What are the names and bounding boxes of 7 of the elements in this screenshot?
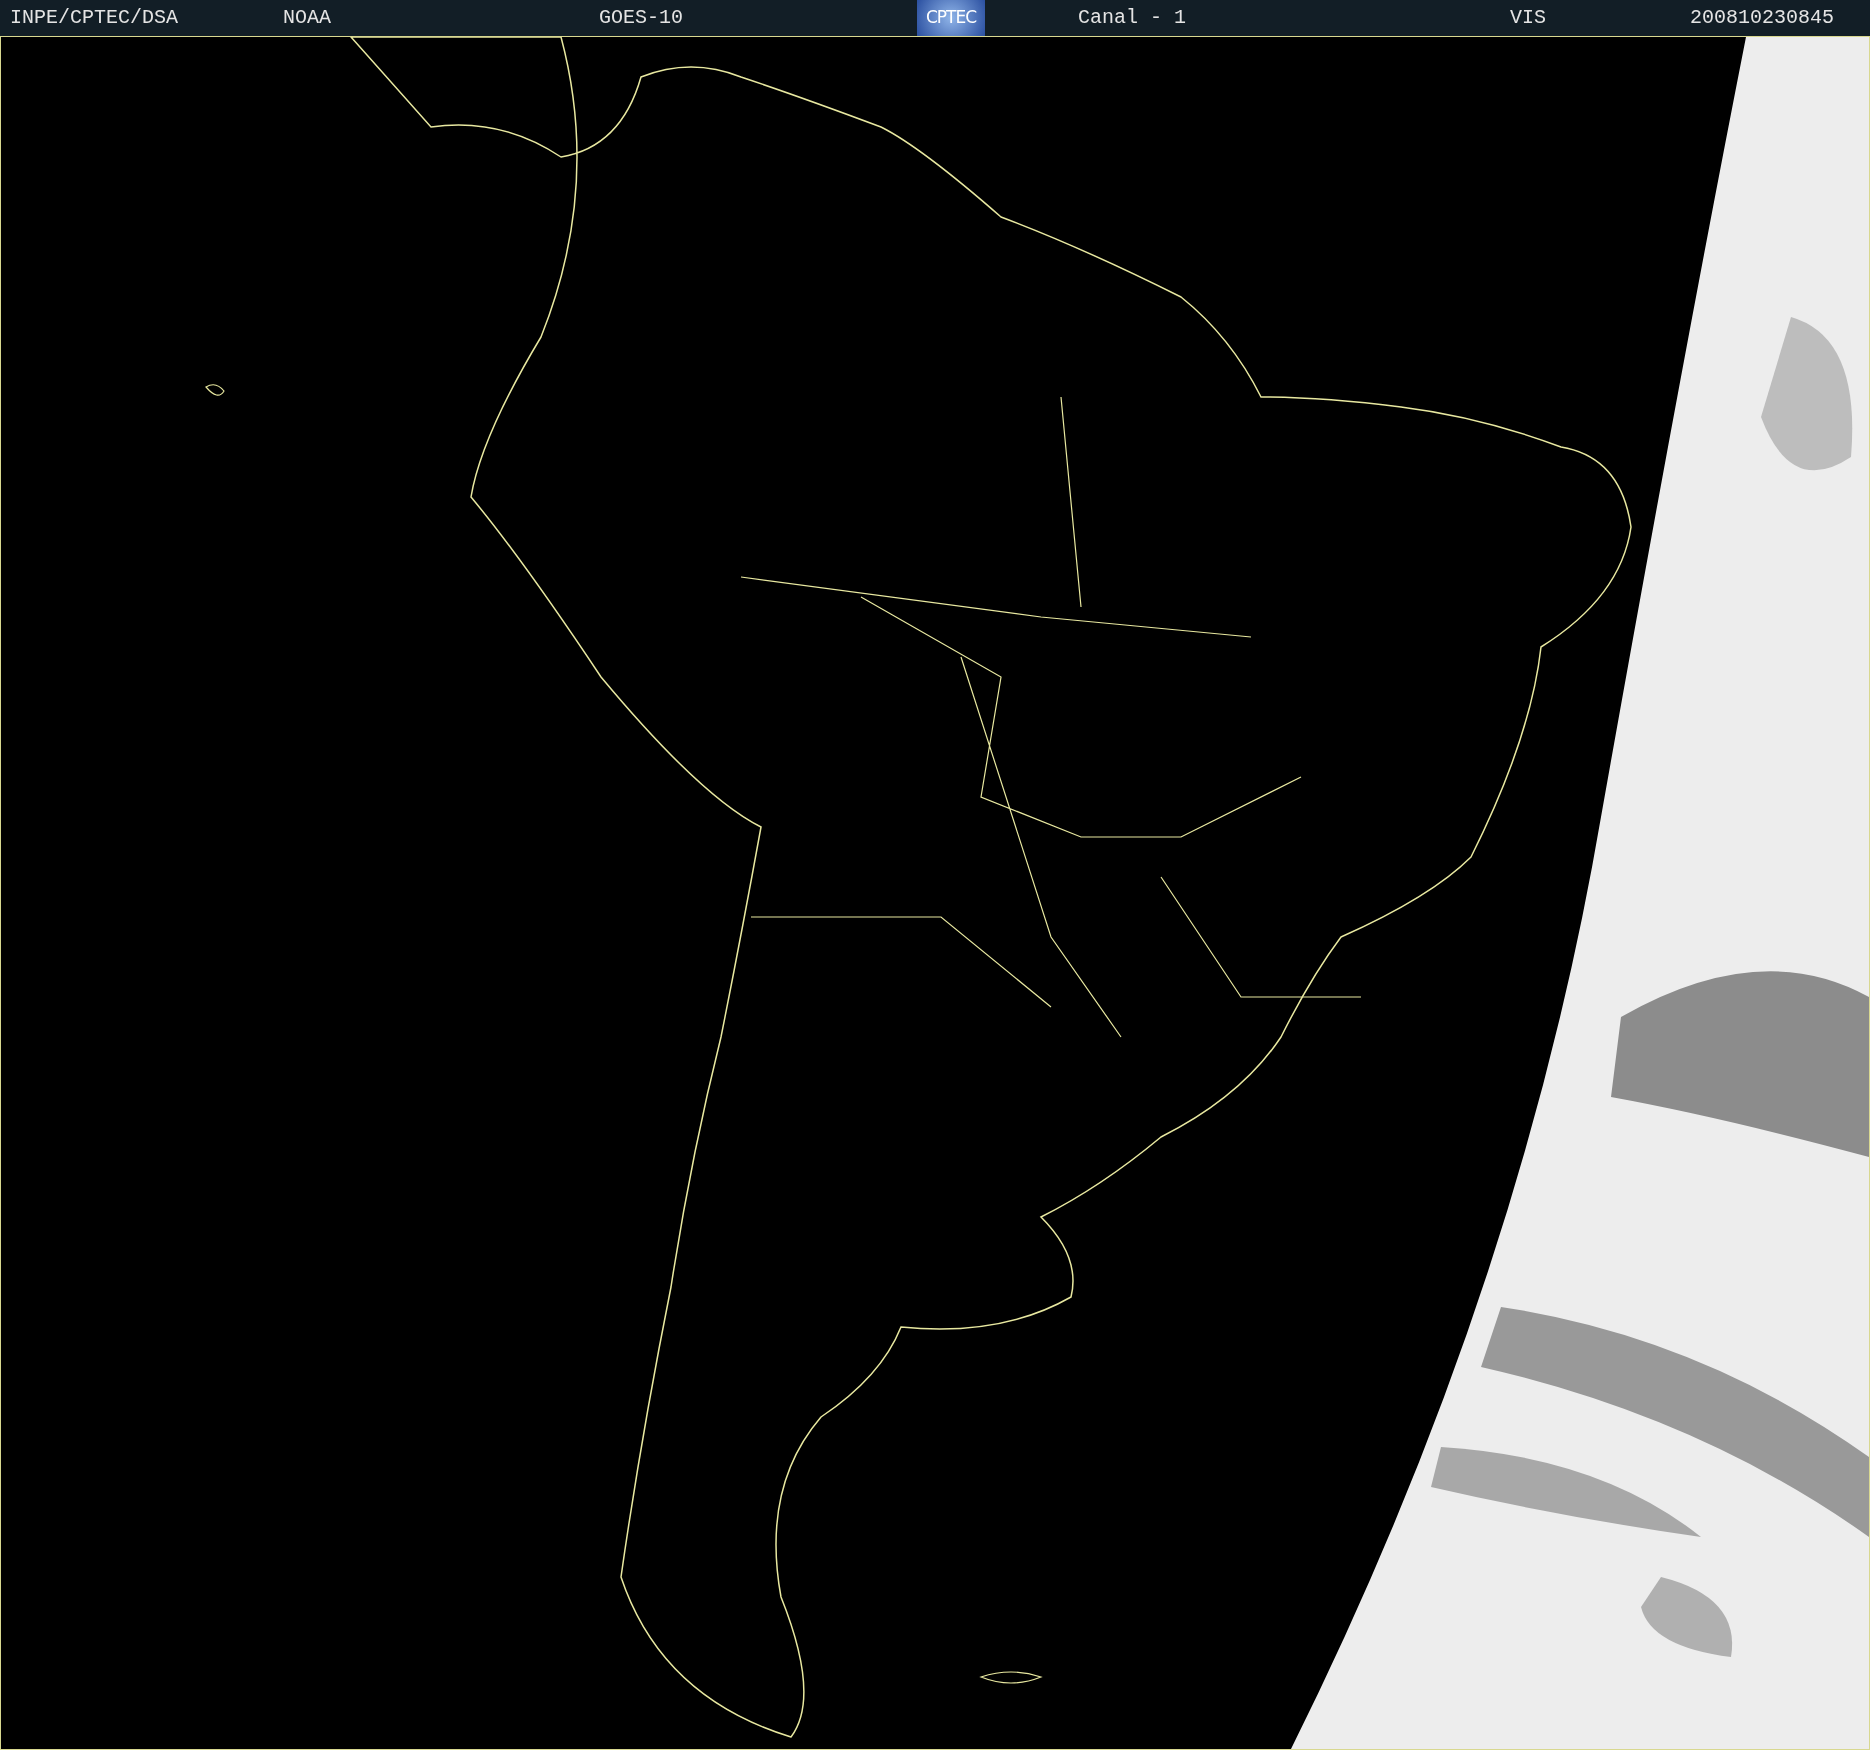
satellite-label: GOES-10 <box>599 6 683 30</box>
band-label: VIS <box>1510 6 1546 30</box>
organization-label: INPE/CPTEC/DSA <box>10 6 179 30</box>
cptec-logo: CPTEC <box>917 0 985 36</box>
timestamp-label: 200810230845 <box>1690 6 1835 30</box>
channel-label: Canal - 1 <box>1078 6 1187 30</box>
agency-label: NOAA <box>283 6 331 30</box>
